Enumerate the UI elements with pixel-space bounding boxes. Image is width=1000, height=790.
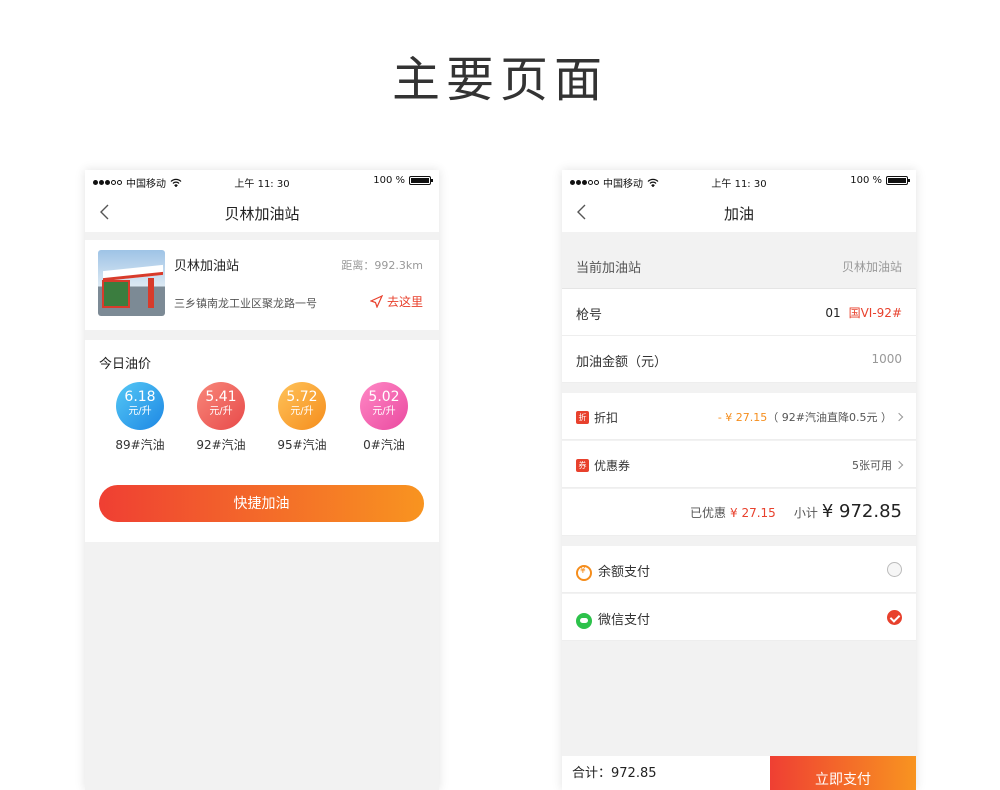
station-detail-screen: 中国移动 上午 11: 30 100 % 贝林加油站 贝林加油站 距离：992.… — [85, 170, 439, 790]
amount-label: 加油金额（元） — [576, 355, 668, 370]
amount-row[interactable]: 加油金额（元） 1000 — [562, 336, 916, 383]
battery-icon — [886, 176, 910, 185]
pay-now-button[interactable]: 立即支付 — [770, 756, 916, 790]
price-value: 5.02 — [368, 389, 400, 405]
station-distance: 距离：992.3km — [341, 259, 423, 272]
pay-balance-radio[interactable] — [887, 562, 902, 577]
refuel-screen: 中国移动 上午 11: 30 100 % 加油 当前加油站 贝林加油站 枪号 0… — [562, 170, 916, 790]
page-title: 主要页面 — [391, 52, 608, 108]
coupon-count: 5张可用 — [852, 459, 892, 472]
price-item-92[interactable]: 5.41 元/升 92#汽油 — [191, 382, 251, 453]
station-name: 贝林加油站 — [174, 259, 240, 274]
battery-area: 100 % — [373, 175, 433, 186]
current-station-label: 当前加油站 — [576, 261, 642, 276]
price-bubble: 5.02 元/升 — [360, 382, 408, 430]
prices-title: 今日油价 — [99, 357, 152, 372]
subtotal-label: 小计 — [793, 506, 818, 520]
summary: 已优惠 ¥ 27.15 小计 ¥ 972.85 — [690, 501, 902, 522]
price-unit: 元/升 — [372, 406, 396, 417]
quick-refuel-button[interactable]: 快捷加油 — [99, 485, 424, 522]
wechat-icon — [576, 612, 592, 629]
discount-row[interactable]: 折 折扣 - ¥ 27.15（ 92#汽油直降0.5元 ） — [562, 393, 916, 440]
bottom-bar: 合计：972.85 立即支付 — [562, 756, 916, 790]
pay-wechat-radio[interactable] — [887, 610, 902, 625]
summary-row: 已优惠 ¥ 27.15 小计 ¥ 972.85 — [562, 489, 916, 536]
gun-number: 01 — [825, 306, 841, 320]
price-unit: 元/升 — [290, 406, 314, 417]
station-card[interactable]: 贝林加油站 距离：992.3km 三乡镇南龙工业区聚龙路一号 去这里 — [85, 240, 439, 330]
navigate-button[interactable]: 去这里 — [369, 293, 423, 310]
station-photo — [98, 250, 165, 316]
nav-title: 贝林加油站 — [224, 205, 300, 223]
subtotal-value: ¥ 972.85 — [821, 501, 902, 522]
discount-label-group: 折 折扣 — [576, 409, 618, 426]
chevron-right-icon — [894, 412, 904, 422]
current-station-value: 贝林加油站 — [841, 260, 902, 274]
status-bar: 中国移动 上午 11: 30 100 % — [85, 170, 439, 192]
price-bubble: 5.41 元/升 — [197, 382, 245, 430]
discount-value: - ¥ 27.15（ 92#汽油直降0.5元 ） — [717, 409, 904, 425]
fuel-name: 0#汽油 — [363, 438, 405, 452]
coupon-label: 优惠券 — [594, 459, 631, 473]
discount-note: （ 92#汽油直降0.5元 ） — [767, 411, 892, 424]
discount-label: 折扣 — [594, 411, 619, 425]
battery-area: 100 % — [850, 175, 910, 186]
price-item-0[interactable]: 5.02 元/升 0#汽油 — [354, 382, 414, 453]
pay-balance-label: 余额支付 — [598, 565, 651, 580]
prices-card: 今日油价 6.18 元/升 89#汽油 5.41 元/升 92#汽油 5.72 … — [85, 340, 439, 542]
fuel-name: 92#汽油 — [196, 438, 246, 452]
saved-label: 已优惠 — [690, 506, 727, 520]
price-unit: 元/升 — [209, 406, 233, 417]
nav-title: 加油 — [723, 205, 754, 223]
pay-balance-label-group: 余额支付 — [576, 561, 650, 581]
discount-tag-icon: 折 — [576, 411, 589, 424]
price-value: 6.18 — [124, 389, 156, 405]
saved-value: ¥ 27.15 — [730, 506, 776, 520]
fuel-name: 95#汽油 — [277, 438, 327, 452]
battery-label: 100 % — [850, 175, 882, 186]
fuel-name: 89#汽油 — [115, 438, 165, 452]
current-station-row: 当前加油站 贝林加油站 — [562, 242, 916, 289]
price-value: 5.41 — [205, 389, 237, 405]
coupon-row[interactable]: 券 优惠券 5张可用 — [562, 441, 916, 488]
total-amount: 合计：972.85 — [572, 766, 657, 781]
nav-bar: 加油 — [562, 192, 916, 232]
price-value: 5.72 — [286, 389, 318, 405]
nav-bar: 贝林加油站 — [85, 192, 439, 232]
station-address: 三乡镇南龙工业区聚龙路一号 — [174, 297, 317, 310]
price-item-89[interactable]: 6.18 元/升 89#汽油 — [110, 382, 170, 453]
gun-row[interactable]: 枪号 01 国VI-92# — [562, 289, 916, 336]
battery-icon — [409, 176, 433, 185]
navigate-label: 去这里 — [386, 295, 423, 309]
price-bubble: 5.72 元/升 — [278, 382, 326, 430]
wallet-icon — [576, 564, 592, 581]
navigate-arrow-icon — [369, 295, 383, 308]
price-bubble: 6.18 元/升 — [116, 382, 164, 430]
coupon-tag-icon: 券 — [576, 459, 589, 472]
price-unit: 元/升 — [128, 406, 152, 417]
pay-wechat-row[interactable]: 微信支付 — [562, 594, 916, 641]
price-item-95[interactable]: 5.72 元/升 95#汽油 — [272, 382, 332, 453]
pay-balance-row[interactable]: 余额支付 — [562, 546, 916, 593]
discount-amount: - ¥ 27.15 — [717, 411, 768, 424]
gun-label: 枪号 — [576, 308, 603, 323]
battery-label: 100 % — [373, 175, 405, 186]
amount-input[interactable]: 1000 — [871, 352, 902, 366]
status-bar: 中国移动 上午 11: 30 100 % — [562, 170, 916, 192]
gun-grade: 国VI-92# — [848, 306, 902, 320]
coupon-value: 5张可用 — [852, 457, 904, 473]
pay-wechat-label-group: 微信支付 — [576, 609, 650, 629]
gun-value: 01 国VI-92# — [825, 304, 902, 321]
coupon-label-group: 券 优惠券 — [576, 457, 630, 474]
pay-wechat-label: 微信支付 — [598, 613, 651, 628]
chevron-right-icon — [894, 460, 904, 470]
